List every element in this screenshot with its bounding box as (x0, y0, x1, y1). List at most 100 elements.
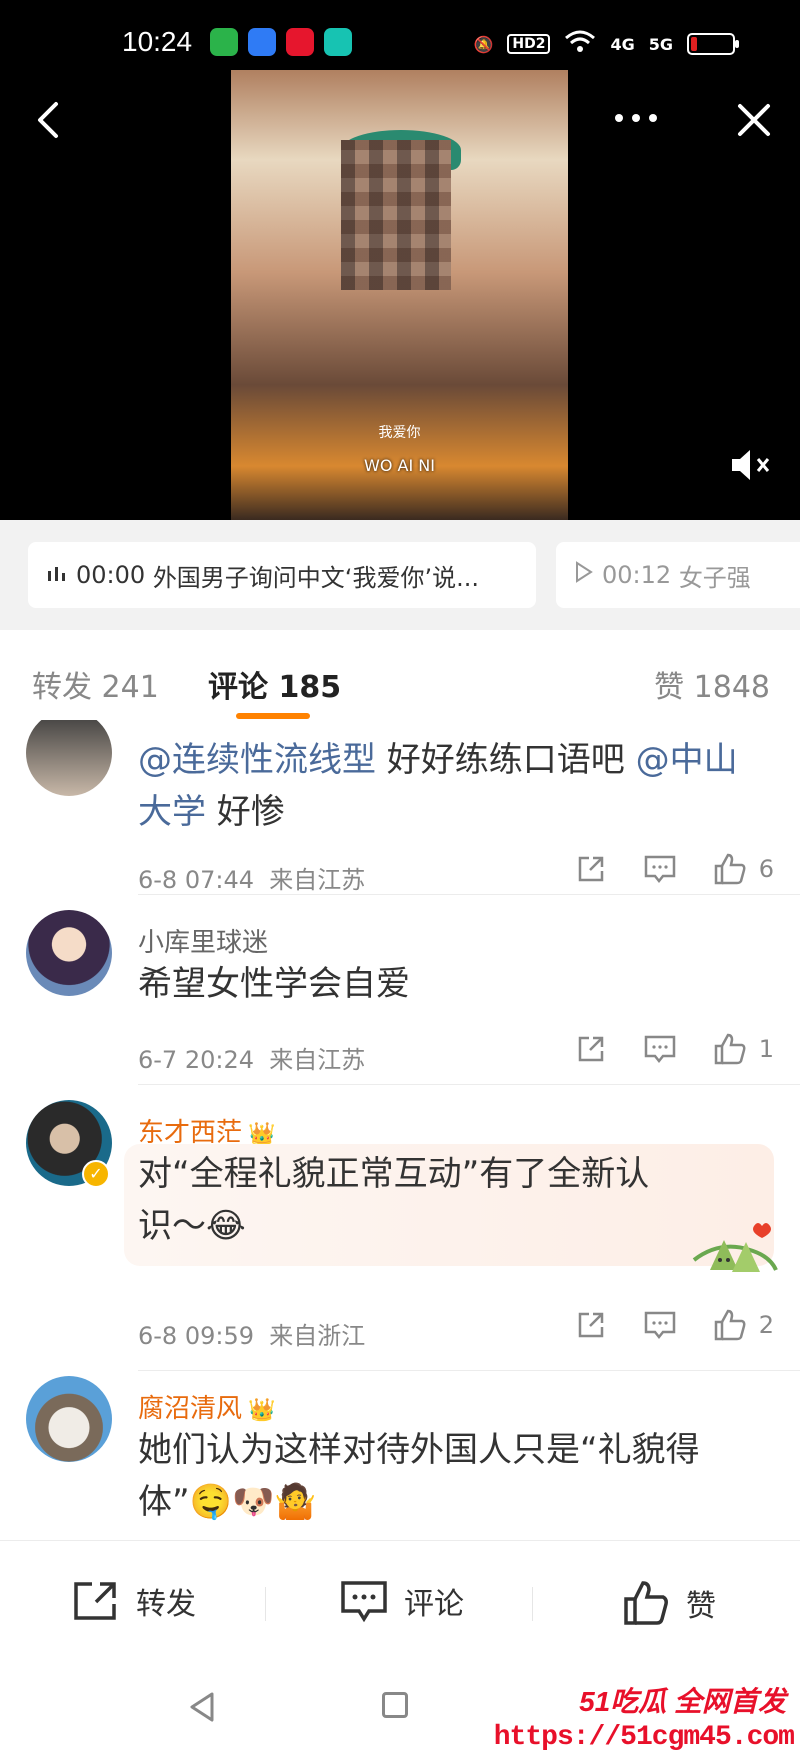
divider (138, 1370, 800, 1371)
tab-like[interactable]: 赞 1848 (654, 662, 770, 706)
interaction-tabs: 转发 241 评论 185 赞 1848 (0, 630, 800, 720)
avatar[interactable] (26, 910, 112, 996)
volume-muted-icon[interactable] (728, 445, 776, 485)
close-icon[interactable] (732, 98, 776, 142)
verified-badge-icon: ✓ (82, 1160, 110, 1188)
chapter-title: 女子强 (678, 563, 751, 592)
zongzi-sticker-icon (690, 1220, 778, 1280)
comment-date: 6-8 07:44 (138, 866, 254, 894)
chapter-chip-1[interactable]: 00:00 外国男子询问中文‘我爱你’说... (28, 542, 536, 608)
thumbs-up-icon (714, 1033, 746, 1065)
share-action[interactable] (575, 1033, 607, 1065)
share-action[interactable] (575, 1309, 607, 1341)
video-player[interactable]: 我爱你 WO AI NI (0, 60, 800, 520)
signal-4g-label: 4G (610, 34, 635, 54)
back-arrow-icon[interactable] (28, 98, 72, 142)
reply-action[interactable] (643, 1033, 677, 1065)
comment-meta: 6-8 09:59 来自浙江 (138, 1316, 365, 1351)
reply-action[interactable] (643, 1309, 677, 1341)
comment-actions: 1 (575, 1032, 774, 1066)
video-subtitle-en: WO AI NI (364, 456, 435, 475)
video-frame[interactable]: 我爱你 WO AI NI (231, 70, 568, 520)
mention-link[interactable]: @连续性流线型 (138, 740, 376, 780)
wechat-icon (210, 28, 238, 56)
toolbar-separator (265, 1587, 266, 1621)
comment-item: 小库里球迷 希望女性学会自爱 6-7 20:24 来自江苏 1 (0, 910, 800, 1100)
comment-text: 对“全程礼貌正常互动”有了全新认识～😂 (138, 1154, 650, 1246)
comment-actions: 2 (575, 1308, 774, 1342)
comment-item: @连续性流线型 好好练练口语吧 @中山大学 好惨 6-8 07:44 来自江苏 … (0, 720, 800, 900)
comment-location: 来自江苏 (269, 1046, 366, 1074)
divider (138, 894, 800, 895)
share-icon (578, 1036, 603, 1062)
chapter-title: 外国男子询问中文‘我爱你’说... (152, 563, 479, 592)
chapter-time: 00:00 (76, 561, 146, 589)
bars-icon (46, 561, 68, 589)
video-chapters: 00:00 外国男子询问中文‘我爱你’说... 00:12 女子强 (0, 520, 800, 630)
hd-label: HD2 (507, 34, 551, 54)
comment-text: 希望女性学会自爱 (138, 964, 410, 1004)
nav-home-icon[interactable] (382, 1692, 408, 1718)
username-text: 腐沼清风 (138, 1394, 243, 1424)
comment-text-part: 好惨 (206, 792, 285, 832)
share-icon (578, 856, 603, 882)
comment-actions: 6 (575, 852, 774, 886)
comment-date: 6-7 20:24 (138, 1046, 254, 1074)
reply-action[interactable] (643, 853, 677, 885)
chapter-time: 00:12 (602, 561, 672, 589)
comment-icon (341, 1581, 387, 1623)
tab-comment[interactable]: 评论 185 (208, 662, 341, 706)
repost-button[interactable]: 转发 (72, 1579, 196, 1623)
nav-back-icon[interactable] (186, 1690, 220, 1724)
comment-location: 来自浙江 (269, 1322, 366, 1350)
like-count: 1 (758, 1035, 774, 1063)
comment-meta: 6-8 07:44 来自江苏 (138, 860, 365, 895)
like-action[interactable]: 1 (713, 1032, 774, 1066)
repost-label: 转发 (136, 1587, 196, 1622)
signal-5g-label: 5G (648, 34, 673, 54)
chapter-chip-2[interactable]: 00:12 女子强 (556, 542, 800, 608)
share-icon (578, 1312, 603, 1338)
comment-text: @连续性流线型 好好练练口语吧 @中山大学 好惨 (138, 734, 770, 838)
comment-username[interactable]: 腐沼清风 👑 (138, 1388, 275, 1425)
comment-username[interactable]: 小库里球迷 (138, 922, 268, 959)
share-action[interactable] (575, 853, 607, 885)
divider (138, 1084, 800, 1085)
watermark-top: 51吃瓜 全网首发 (579, 1686, 786, 1717)
comment-text: 她们认为这样对待外国人只是“礼貌得体”🤤🐶🤷 (138, 1430, 700, 1522)
video-subtitle-cn: 我爱你 (378, 425, 421, 441)
comment-button[interactable]: 评论 (340, 1579, 464, 1623)
notification-icons (210, 28, 352, 56)
app-blue-icon (248, 28, 276, 56)
watermark-url: https://51cgm45.com (493, 1722, 795, 1753)
crown-icon: 👑 (248, 1398, 276, 1423)
more-options-icon[interactable] (615, 100, 671, 136)
comment-icon (644, 1035, 675, 1064)
comment-item: 腐沼清风 👑 她们认为这样对待外国人只是“礼貌得体”🤤🐶🤷 (0, 1376, 800, 1540)
mute-bell-icon: 🔕 (473, 34, 494, 54)
comment-icon (644, 855, 675, 884)
system-indicators: 🔕 HD2 4G 5G (473, 30, 739, 58)
comment-text-part: 好好练练口语吧 (376, 740, 636, 780)
comment-list: @连续性流线型 好好练练口语吧 @中山大学 好惨 6-8 07:44 来自江苏 … (0, 720, 800, 1540)
battery-icon (687, 33, 739, 55)
comment-icon (644, 1311, 675, 1340)
like-label: 赞 (686, 1589, 716, 1624)
comment-date: 6-8 09:59 (138, 1322, 254, 1350)
comment-meta: 6-7 20:24 来自江苏 (138, 1040, 365, 1075)
avatar[interactable] (26, 1376, 112, 1462)
thumbs-up-icon (624, 1581, 668, 1625)
like-action[interactable]: 6 (713, 852, 774, 886)
app-teal-icon (324, 28, 352, 56)
toolbar-separator (532, 1587, 533, 1621)
share-icon (74, 1582, 116, 1620)
tab-repost[interactable]: 转发 241 (32, 662, 159, 706)
like-button[interactable]: 赞 (622, 1579, 716, 1627)
like-action[interactable]: 2 (713, 1308, 774, 1342)
status-time: 10:24 (122, 26, 193, 57)
battery-level (691, 37, 697, 51)
avatar[interactable] (26, 720, 112, 796)
watermark: 51吃瓜 全网首发 https://51cgm45.com (494, 1660, 800, 1760)
wifi-icon (564, 30, 596, 58)
bottom-action-bar: 转发 评论 赞 (0, 1540, 800, 1660)
